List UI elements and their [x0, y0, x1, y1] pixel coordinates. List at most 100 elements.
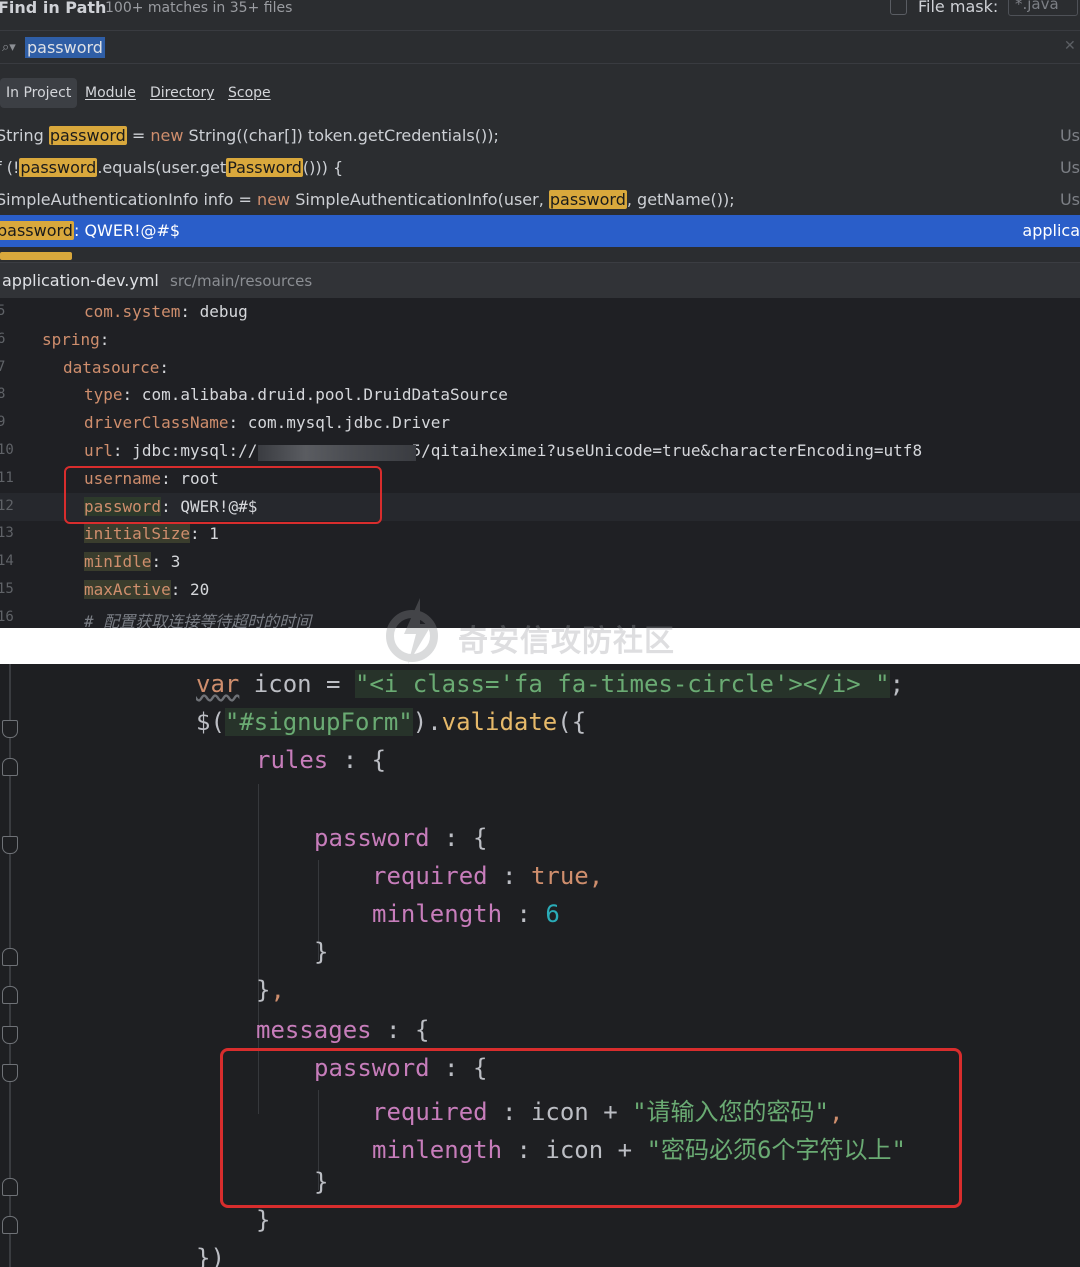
search-row: ⌕▾ password ✕	[0, 30, 1080, 64]
keyword: new	[150, 126, 184, 145]
boolean-literal: true	[530, 862, 589, 890]
yaml-value: 20	[180, 580, 210, 599]
search-icon[interactable]: ⌕▾	[2, 40, 16, 55]
code-line: minlength : 6	[372, 900, 560, 928]
tab-directory[interactable]: Directory	[144, 78, 221, 108]
function-name: validate	[441, 708, 558, 736]
yaml-key: type	[84, 385, 123, 405]
code-line: password : {	[314, 824, 488, 852]
result-row[interactable]: String password = new String((char[]) to…	[0, 120, 1080, 152]
yaml-key: minIdle	[84, 552, 152, 572]
match-highlight: password	[0, 221, 74, 240]
yaml-line: 15 maxActive: 20	[0, 576, 1080, 604]
scope-tabs: In Project Module Directory Scope	[0, 76, 1080, 110]
fold-icon[interactable]	[2, 758, 18, 776]
result-text: , getName());	[626, 190, 735, 209]
yaml-text: url: jdbc:mysql:// 5/qitaiheximei?useUni…	[84, 441, 923, 460]
tab-module[interactable]: Module	[79, 78, 142, 108]
code-text: ;	[889, 670, 905, 698]
yaml-line: 10 url: jdbc:mysql:// 5/qitaiheximei?useU…	[0, 437, 1080, 465]
yaml-text: type: com.alibaba.druid.pool.DruidDataSo…	[84, 385, 508, 405]
line-number: 16	[0, 608, 14, 625]
yaml-line: 8 type: com.alibaba.druid.pool.DruidDataS…	[0, 381, 1080, 409]
yaml-comment: # 配置获取连接等待超时的时间	[84, 611, 312, 628]
fold-icon[interactable]	[2, 986, 18, 1004]
string-literal: "<i class='fa fa-times-circle'></i> "	[354, 670, 890, 698]
fold-icon[interactable]	[2, 1026, 18, 1044]
line-number: 14	[0, 553, 14, 570]
line-number: 12	[0, 497, 14, 514]
property-name: required	[372, 862, 488, 890]
code-text: ({	[557, 708, 587, 736]
result-text: String((char[]) token.getCredentials());	[183, 126, 499, 145]
yaml-value: com.alibaba.druid.pool.DruidDataSource	[132, 385, 508, 405]
fold-icon[interactable]	[2, 1064, 18, 1082]
match-highlight: password	[48, 126, 127, 145]
usage-column: Us	[1059, 126, 1080, 145]
usage-column: Us	[1059, 158, 1080, 177]
image-divider	[0, 628, 1080, 664]
tab-in-project[interactable]: In Project	[0, 78, 78, 108]
property-name: rules	[256, 746, 329, 774]
usage-column: Us	[1059, 190, 1080, 209]
result-text: SimpleAuthenticationInfo(user,	[290, 190, 549, 209]
yaml-key: datasource	[63, 357, 160, 377]
line-number: 7	[0, 358, 6, 375]
search-input[interactable]: password	[25, 37, 105, 58]
string-literal: "#signupForm"	[224, 708, 413, 736]
keyword: var	[196, 670, 240, 698]
tab-scope[interactable]: Scope	[222, 78, 277, 108]
yaml-preview-editor[interactable]: 5 com.system: debug 6 spring: 7 datasource: 8 t…	[0, 298, 1080, 628]
yaml-text: driverClassName: com.mysql.jdbc.Driver	[84, 413, 451, 433]
code-text: $(	[196, 708, 225, 736]
match-highlight: password	[548, 190, 627, 209]
result-text: String	[0, 126, 49, 145]
redacted-host	[258, 445, 416, 461]
result-row[interactable]: SimpleAuthenticationInfo info = new Simp…	[0, 184, 1080, 216]
file-mask-input[interactable]: *.java	[1008, 0, 1078, 16]
highlight-box	[64, 466, 382, 524]
yaml-line: 9 driverClassName: com.mysql.jdbc.Driver	[0, 409, 1080, 437]
yaml-line: 13 initialSize: 1	[0, 520, 1080, 548]
property-name: password	[314, 824, 430, 852]
find-title: Find in Path	[0, 0, 107, 17]
yaml-value: com.mysql.jdbc.Driver	[238, 413, 451, 433]
line-number: 8	[0, 386, 6, 403]
yaml-text: minIdle: 3	[84, 552, 181, 572]
yaml-value: 3	[161, 552, 181, 572]
result-row-clipped	[0, 252, 1080, 262]
keyword: new	[257, 190, 291, 209]
fold-icon[interactable]	[2, 720, 18, 738]
result-row-selected[interactable]: password: QWER!@#$ applica	[0, 215, 1080, 247]
result-row[interactable]: f (!password.equals(user.getPassword()))…	[0, 152, 1080, 184]
yaml-line: 5 com.system: debug	[0, 298, 1080, 326]
fold-icon[interactable]	[2, 1216, 18, 1234]
yaml-text: maxActive: 20	[84, 580, 210, 599]
close-icon[interactable]: ✕	[1064, 38, 1076, 54]
find-in-path-panel: Find in Path 100+ matches in 35+ files F…	[0, 0, 1080, 628]
code-line: var icon = "<i class='fa fa-times-circle…	[196, 670, 904, 708]
yaml-value: jdbc:mysql:// 5/qitaiheximei?useUnicode=…	[122, 441, 923, 460]
file-mask-checkbox[interactable]	[890, 0, 907, 15]
yaml-text: spring:	[42, 329, 110, 349]
file-mask-label: File mask:	[918, 0, 999, 16]
find-header: Find in Path 100+ matches in 35+ files F…	[0, 0, 1080, 22]
code-text: icon =	[239, 670, 355, 698]
result-text: f (!	[0, 158, 20, 177]
yaml-key: com.system	[84, 302, 181, 321]
line-number: 10	[0, 442, 14, 458]
code-line: })	[196, 1244, 225, 1267]
number-literal: 6	[545, 900, 560, 928]
code-line: $("#signupForm").validate({	[196, 708, 586, 746]
yaml-line: 7 datasource:	[0, 354, 1080, 382]
code-line: rules : {	[256, 746, 387, 774]
fold-icon[interactable]	[2, 836, 18, 854]
code-line: required : true,	[372, 862, 604, 890]
yaml-line: 6 spring:	[0, 326, 1080, 354]
fold-icon[interactable]	[2, 948, 18, 966]
fold-icon[interactable]	[2, 1178, 18, 1196]
yaml-line: 14 minIdle: 3	[0, 548, 1080, 576]
code-line: }	[314, 938, 329, 966]
result-text: SimpleAuthenticationInfo info =	[0, 190, 258, 209]
property-name: messages	[256, 1016, 372, 1044]
